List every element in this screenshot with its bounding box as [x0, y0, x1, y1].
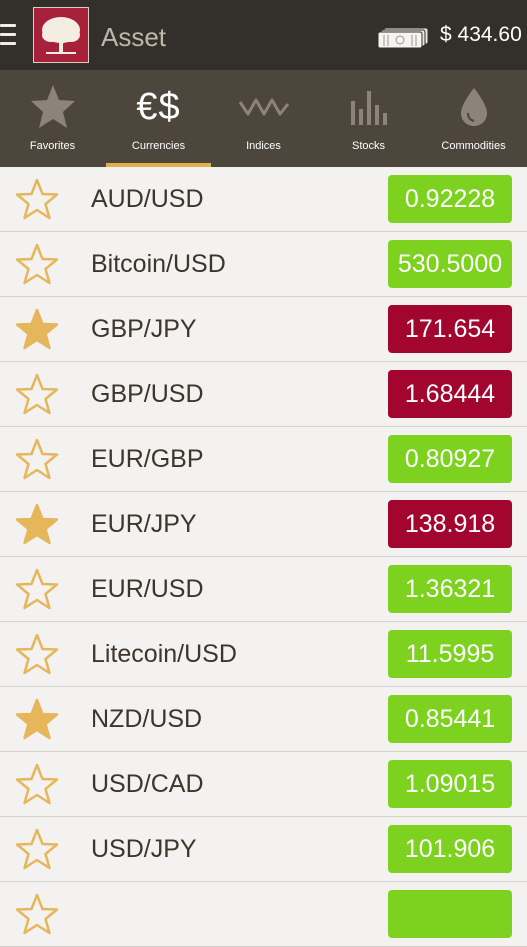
tab-label: Currencies: [131, 140, 186, 152]
price-button[interactable]: 530.5000: [388, 240, 512, 288]
price-button[interactable]: 138.918: [388, 500, 512, 548]
tab-commodities[interactable]: Commodities: [421, 70, 526, 167]
price-button[interactable]: 1.36321: [388, 565, 512, 613]
tab-label: Commodities: [441, 140, 506, 152]
price-button[interactable]: 101.906: [388, 825, 512, 873]
list-item[interactable]: Litecoin/USD 11.5995: [0, 622, 527, 687]
asset-name: NZD/USD: [91, 705, 203, 733]
asset-name: USD/JPY: [91, 835, 197, 863]
asset-name: GBP/USD: [91, 380, 204, 408]
tab-label: Stocks: [351, 140, 385, 152]
app-header: Asset $ 434.60: [0, 0, 527, 70]
asset-name: AUD/USD: [91, 185, 204, 213]
star-outline-icon[interactable]: [14, 437, 60, 481]
asset-list: AUD/USD 0.92228 Bitcoin/USD 530.5000 GBP…: [0, 167, 527, 947]
tab-stocks[interactable]: Stocks: [316, 70, 421, 167]
list-item[interactable]: Bitcoin/USD 530.5000: [0, 232, 527, 297]
list-item[interactable]: EUR/GBP 0.80927: [0, 427, 527, 492]
star-outline-icon[interactable]: [14, 242, 60, 286]
asset-name: Litecoin/USD: [91, 640, 237, 668]
star-outline-icon[interactable]: [14, 892, 60, 936]
list-item[interactable]: EUR/USD 1.36321: [0, 557, 527, 622]
star-outline-icon[interactable]: [14, 827, 60, 871]
list-item[interactable]: [0, 882, 527, 947]
zigzag-icon: [211, 78, 316, 136]
category-tabs: Favorites €$ Currencies Indices Stocks C…: [0, 70, 527, 167]
list-item[interactable]: EUR/JPY 138.918: [0, 492, 527, 557]
tab-currencies[interactable]: €$ Currencies: [106, 70, 211, 167]
price-button[interactable]: 11.5995: [388, 630, 512, 678]
banknotes-icon: [377, 26, 430, 49]
list-item[interactable]: GBP/JPY 171.654: [0, 297, 527, 362]
price-button[interactable]: 0.80927: [388, 435, 512, 483]
account-balance: $ 434.60: [440, 23, 522, 46]
star-outline-icon[interactable]: [14, 372, 60, 416]
list-item[interactable]: GBP/USD 1.68444: [0, 362, 527, 427]
price-button[interactable]: 1.09015: [388, 760, 512, 808]
price-button[interactable]: 0.85441: [388, 695, 512, 743]
asset-name: Bitcoin/USD: [91, 250, 226, 278]
price-button[interactable]: 171.654: [388, 305, 512, 353]
app-logo[interactable]: [33, 7, 89, 63]
star-outline-icon[interactable]: [14, 632, 60, 676]
currency-glyph: €$: [136, 85, 181, 128]
star-filled-icon[interactable]: [14, 502, 60, 546]
menu-icon[interactable]: [0, 24, 16, 46]
tab-favorites[interactable]: Favorites: [0, 70, 105, 167]
list-item[interactable]: USD/CAD 1.09015: [0, 752, 527, 817]
asset-name: GBP/JPY: [91, 315, 197, 343]
star-filled-icon[interactable]: [14, 697, 60, 741]
price-button[interactable]: 1.68444: [388, 370, 512, 418]
star-filled-icon[interactable]: [14, 307, 60, 351]
page-title: Asset: [101, 22, 167, 52]
asset-name: USD/CAD: [91, 770, 204, 798]
list-item[interactable]: AUD/USD 0.92228: [0, 167, 527, 232]
list-item[interactable]: NZD/USD 0.85441: [0, 687, 527, 752]
tab-label: Favorites: [29, 140, 76, 152]
star-outline-icon[interactable]: [14, 177, 60, 221]
star-icon: [0, 78, 105, 136]
list-item[interactable]: USD/JPY 101.906: [0, 817, 527, 882]
tab-label: Indices: [246, 140, 281, 152]
asset-name: EUR/GBP: [91, 445, 204, 473]
bar-chart-icon: [316, 78, 421, 136]
currency-icon: €$: [106, 78, 211, 136]
drop-icon: [421, 78, 526, 136]
price-button[interactable]: [388, 890, 512, 938]
asset-name: EUR/JPY: [91, 510, 197, 538]
tab-indices[interactable]: Indices: [211, 70, 316, 167]
star-outline-icon[interactable]: [14, 567, 60, 611]
price-button[interactable]: 0.92228: [388, 175, 512, 223]
asset-name: EUR/USD: [91, 575, 204, 603]
star-outline-icon[interactable]: [14, 762, 60, 806]
